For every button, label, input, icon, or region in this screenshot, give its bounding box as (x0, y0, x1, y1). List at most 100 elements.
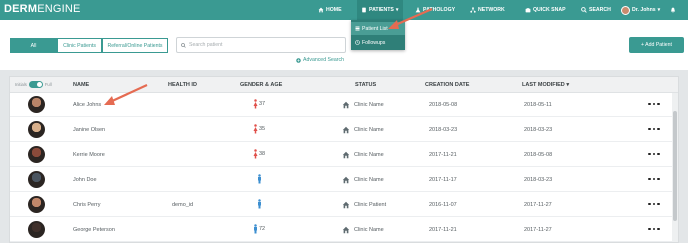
patient-avatar (28, 96, 45, 113)
more-icon[interactable] (648, 126, 660, 132)
patient-avatar (28, 221, 45, 238)
nav-pathology[interactable]: PATHOLOGY (415, 0, 455, 20)
search-input[interactable] (189, 42, 339, 48)
patient-age: 35 (259, 126, 266, 132)
table-row[interactable]: John Doe 2017-11-17 2018-03-23 Clinic Name (10, 168, 678, 192)
female-icon (253, 124, 258, 134)
table-scrollbar[interactable] (672, 93, 678, 242)
male-icon (258, 199, 261, 209)
user-menu[interactable]: Dr. Johns ▾ (621, 0, 660, 20)
patient-avatar (28, 171, 45, 188)
chevron-down-icon: ▾ (395, 7, 399, 13)
home-status-icon (342, 101, 350, 109)
home-status-icon (342, 201, 350, 209)
last-modified: 2018-03-23 (524, 127, 553, 133)
patient-name[interactable]: Alice Johns (73, 93, 101, 117)
creation-date: 2017-11-21 (429, 152, 457, 158)
col-creation-date[interactable]: CREATION DATE (425, 77, 469, 93)
patient-age: 38 (259, 151, 266, 157)
last-modified: 2017-11-27 (524, 202, 552, 208)
health-id: demo_id (172, 202, 194, 208)
patient-age: 37 (259, 101, 266, 107)
add-patient-button[interactable]: + Add Patient (629, 37, 684, 53)
col-status[interactable]: STATUS (355, 77, 376, 93)
bell-icon (670, 7, 676, 13)
home-status-icon (342, 151, 350, 159)
male-icon (258, 174, 261, 184)
advanced-search-link[interactable]: Advanced Search (296, 57, 344, 63)
list-icon (355, 26, 360, 31)
table-row[interactable]: Janine Olsen 2018-03-23 2018-03-23 35 Clinic… (10, 118, 678, 142)
nav-quick-snap[interactable]: QUICK SNAP (525, 0, 566, 20)
more-icon[interactable] (648, 201, 660, 207)
home-status-icon (342, 126, 350, 134)
gender-age: 72 (253, 224, 265, 234)
creation-date: 2017-11-17 (429, 177, 457, 183)
more-icon[interactable] (648, 176, 660, 182)
home-icon (318, 7, 324, 13)
search-icon (181, 42, 186, 48)
nav-search[interactable]: SEARCH (581, 0, 611, 20)
camera-icon (525, 8, 531, 13)
col-last-modified[interactable]: LAST MODIFIED ▾ (522, 77, 569, 93)
home-status-icon (342, 226, 350, 234)
gender-age: 38 (253, 149, 265, 159)
scrollbar-thumb[interactable] (673, 111, 677, 221)
nav-patients[interactable]: PATIENTS ▾ (357, 0, 403, 20)
gender-age: 35 (253, 124, 265, 134)
patient-name[interactable]: Janine Olsen (73, 118, 105, 142)
top-navbar: DERMENGINE HOME PATIENTS ▾ PATHOLOGY NET… (0, 0, 688, 20)
patient-status: Clinic Name (342, 218, 384, 242)
more-icon[interactable] (648, 151, 660, 157)
name-display-toggle[interactable]: Initials Full (15, 81, 52, 88)
nav-network[interactable]: NETWORK (470, 0, 505, 20)
patient-name[interactable]: John Doe (73, 168, 97, 192)
patient-age: 72 (259, 226, 266, 232)
more-icon[interactable] (648, 101, 660, 107)
table-row[interactable]: Alice Johns 2018-05-08 2018-05-11 37 Clinic … (10, 93, 678, 117)
sort-indicator: ▾ (566, 82, 570, 88)
female-icon (253, 99, 258, 109)
pathology-icon (415, 7, 421, 13)
patient-name[interactable]: Chris Perry (73, 193, 101, 217)
table-row[interactable]: Chris Perry demo_id 2016-11-07 2017-11-27 Cl… (10, 193, 678, 217)
last-modified: 2018-03-23 (524, 177, 553, 183)
plus-circle-icon (296, 57, 301, 63)
table-row[interactable]: Kerrie Moore 2017-11-21 2018-05-08 38 Clinic… (10, 143, 678, 167)
table-header: Initials Full NAME HEALTH ID GENDER & AG… (10, 77, 678, 93)
col-health-id[interactable]: HEALTH ID (168, 77, 197, 93)
col-name[interactable]: NAME (73, 77, 89, 93)
user-avatar (621, 5, 630, 15)
col-gender-age[interactable]: GENDER & AGE (240, 77, 282, 93)
home-status-icon (342, 176, 350, 184)
patient-name[interactable]: Kerrie Moore (73, 143, 105, 167)
followups-icon (355, 40, 360, 45)
patient-status: Clinic Name (342, 168, 384, 192)
tab-referral-online-patients[interactable]: Referral/Online Patients (102, 38, 168, 53)
patient-status: Clinic Name (342, 118, 384, 142)
patient-avatar (28, 196, 45, 213)
creation-date: 2018-03-23 (429, 127, 458, 133)
table-row[interactable]: George Peterson 2017-11-21 2017-11-27 72 Cli… (10, 218, 678, 242)
last-modified: 2018-05-11 (524, 102, 552, 108)
patient-status: Clinic Name (342, 93, 384, 117)
more-icon[interactable] (648, 226, 660, 232)
patient-name[interactable]: George Peterson (73, 218, 115, 242)
chevron-down-icon: ▾ (657, 7, 661, 13)
toggle-switch[interactable] (28, 81, 43, 88)
nav-home[interactable]: HOME (318, 0, 342, 20)
app-logo[interactable]: DERMENGINE (4, 3, 81, 15)
menu-item-followups[interactable]: Followups (351, 36, 405, 49)
patient-avatar (28, 146, 45, 163)
tab-clinic-patients[interactable]: Clinic Patients (57, 38, 102, 53)
app-frame: DERMENGINE HOME PATIENTS ▾ PATHOLOGY NET… (0, 0, 688, 243)
network-icon (470, 7, 476, 13)
notifications-button[interactable] (670, 0, 676, 20)
patient-status: Clinic Name (342, 143, 384, 167)
gender-age: 37 (253, 99, 265, 109)
menu-item-patient-list[interactable]: Patient List (351, 22, 405, 35)
patients-table: Initials Full NAME HEALTH ID GENDER & AG… (9, 76, 679, 243)
tab-all[interactable]: All (10, 38, 57, 53)
gender-age (257, 199, 263, 209)
patients-icon (362, 7, 366, 13)
